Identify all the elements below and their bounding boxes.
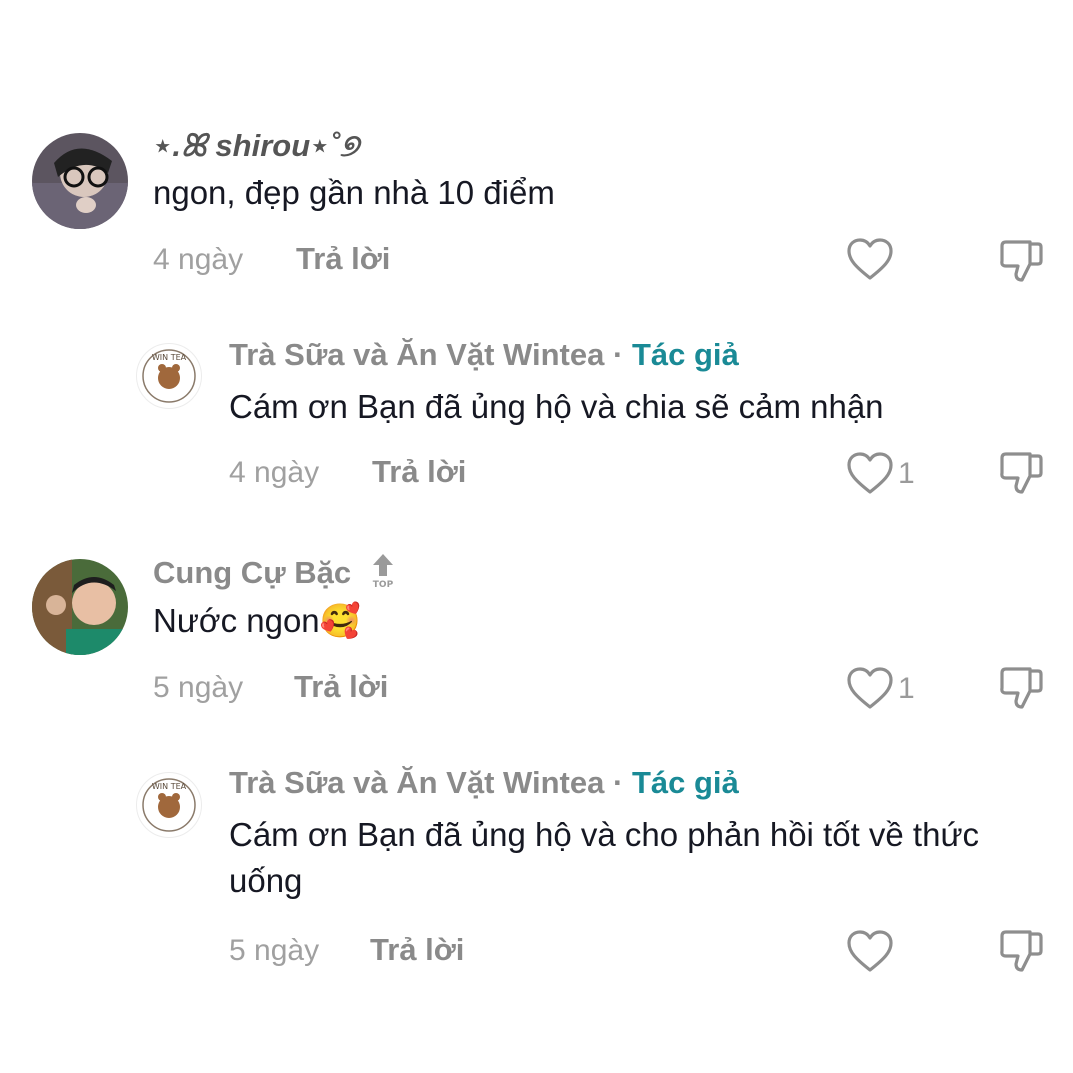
username-text[interactable]: Trà Sữa và Ăn Vặt Wintea (229, 765, 604, 800)
avatar[interactable]: WIN TEA (136, 772, 202, 838)
comment-username[interactable]: Trà Sữa và Ăn Vặt Wintea · Tác giả (229, 765, 739, 801)
author-tag: Tác giả (631, 765, 739, 800)
comment-time: 5 ngày (229, 934, 320, 967)
reply-item: WIN TEA Trà Sữa và Ăn Vặt Wintea · Tác g… (0, 0, 1073, 1000)
reply-button[interactable]: Trả lời (370, 932, 464, 968)
heart-icon[interactable] (846, 930, 894, 974)
comment-text: Cám ơn Bạn đã ủng hộ và cho phản hồi tốt… (229, 816, 980, 899)
dislike-icon[interactable] (998, 928, 1044, 974)
separator-dot: · (612, 765, 624, 800)
logo-text: WIN TEA (152, 782, 187, 791)
